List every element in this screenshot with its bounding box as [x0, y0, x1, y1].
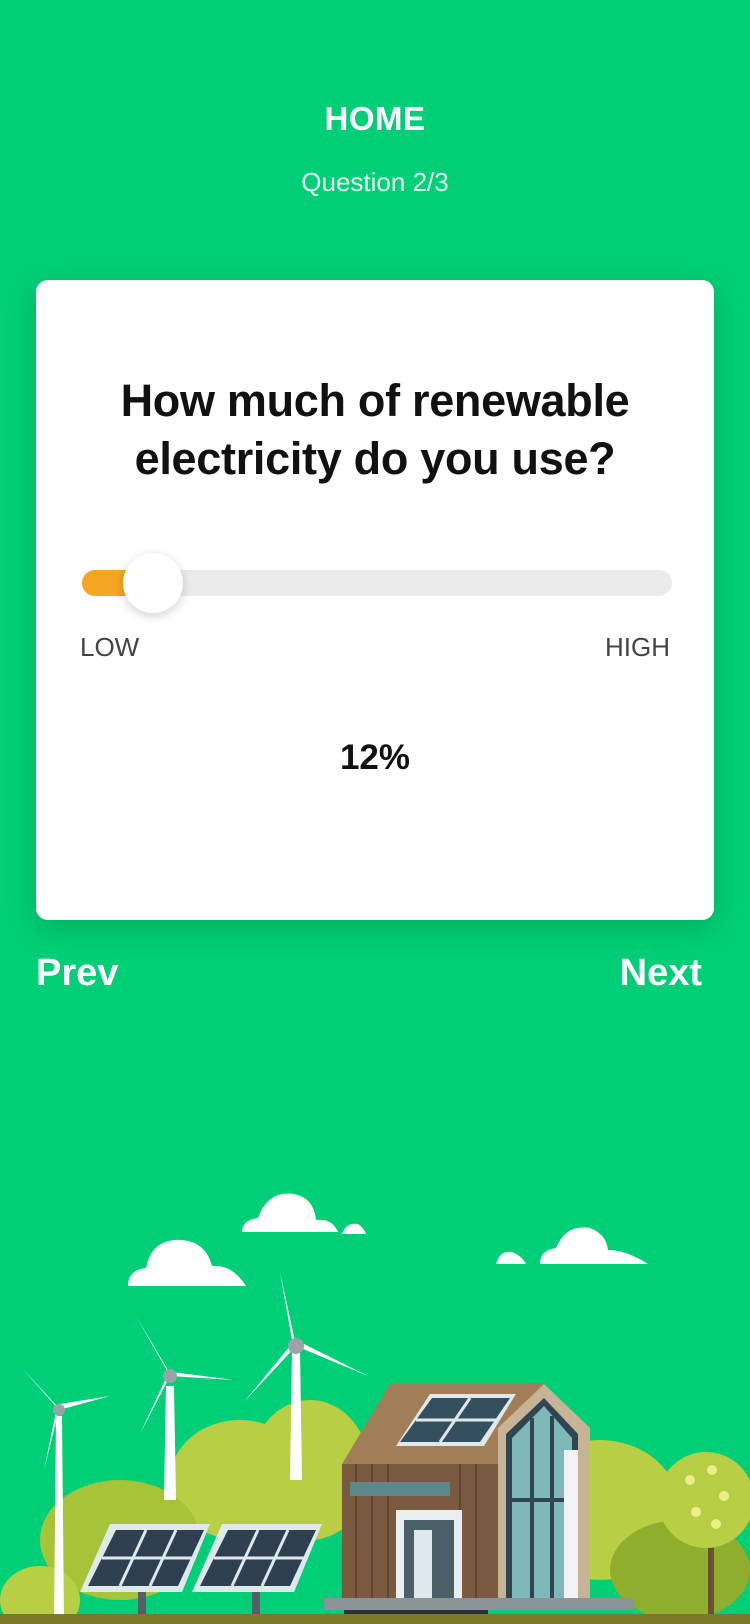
- question-counter: Question 2/3: [301, 167, 449, 197]
- next-button[interactable]: Next: [620, 952, 702, 995]
- eco-house-illustration: [0, 1193, 750, 1624]
- solar-panel-icon: [192, 1524, 322, 1614]
- cloud-icon: [128, 1239, 246, 1286]
- page-title: HOME: [324, 100, 426, 137]
- prev-button[interactable]: Prev: [36, 952, 118, 995]
- slider-max-label: HIGH: [605, 632, 670, 662]
- house-icon: [324, 1384, 634, 1624]
- cloud-icon: [496, 1227, 648, 1264]
- slider-value: 12%: [339, 738, 411, 777]
- question-card: How much of renewable electricity do you…: [36, 280, 714, 920]
- renewable-slider[interactable]: [82, 553, 672, 613]
- ground: [0, 1614, 750, 1624]
- cloud-icon: [242, 1193, 366, 1234]
- slider-min-label: LOW: [80, 632, 140, 662]
- slider-thumb[interactable]: [122, 553, 183, 613]
- question-text: How much of renewable electricity do you…: [120, 375, 630, 484]
